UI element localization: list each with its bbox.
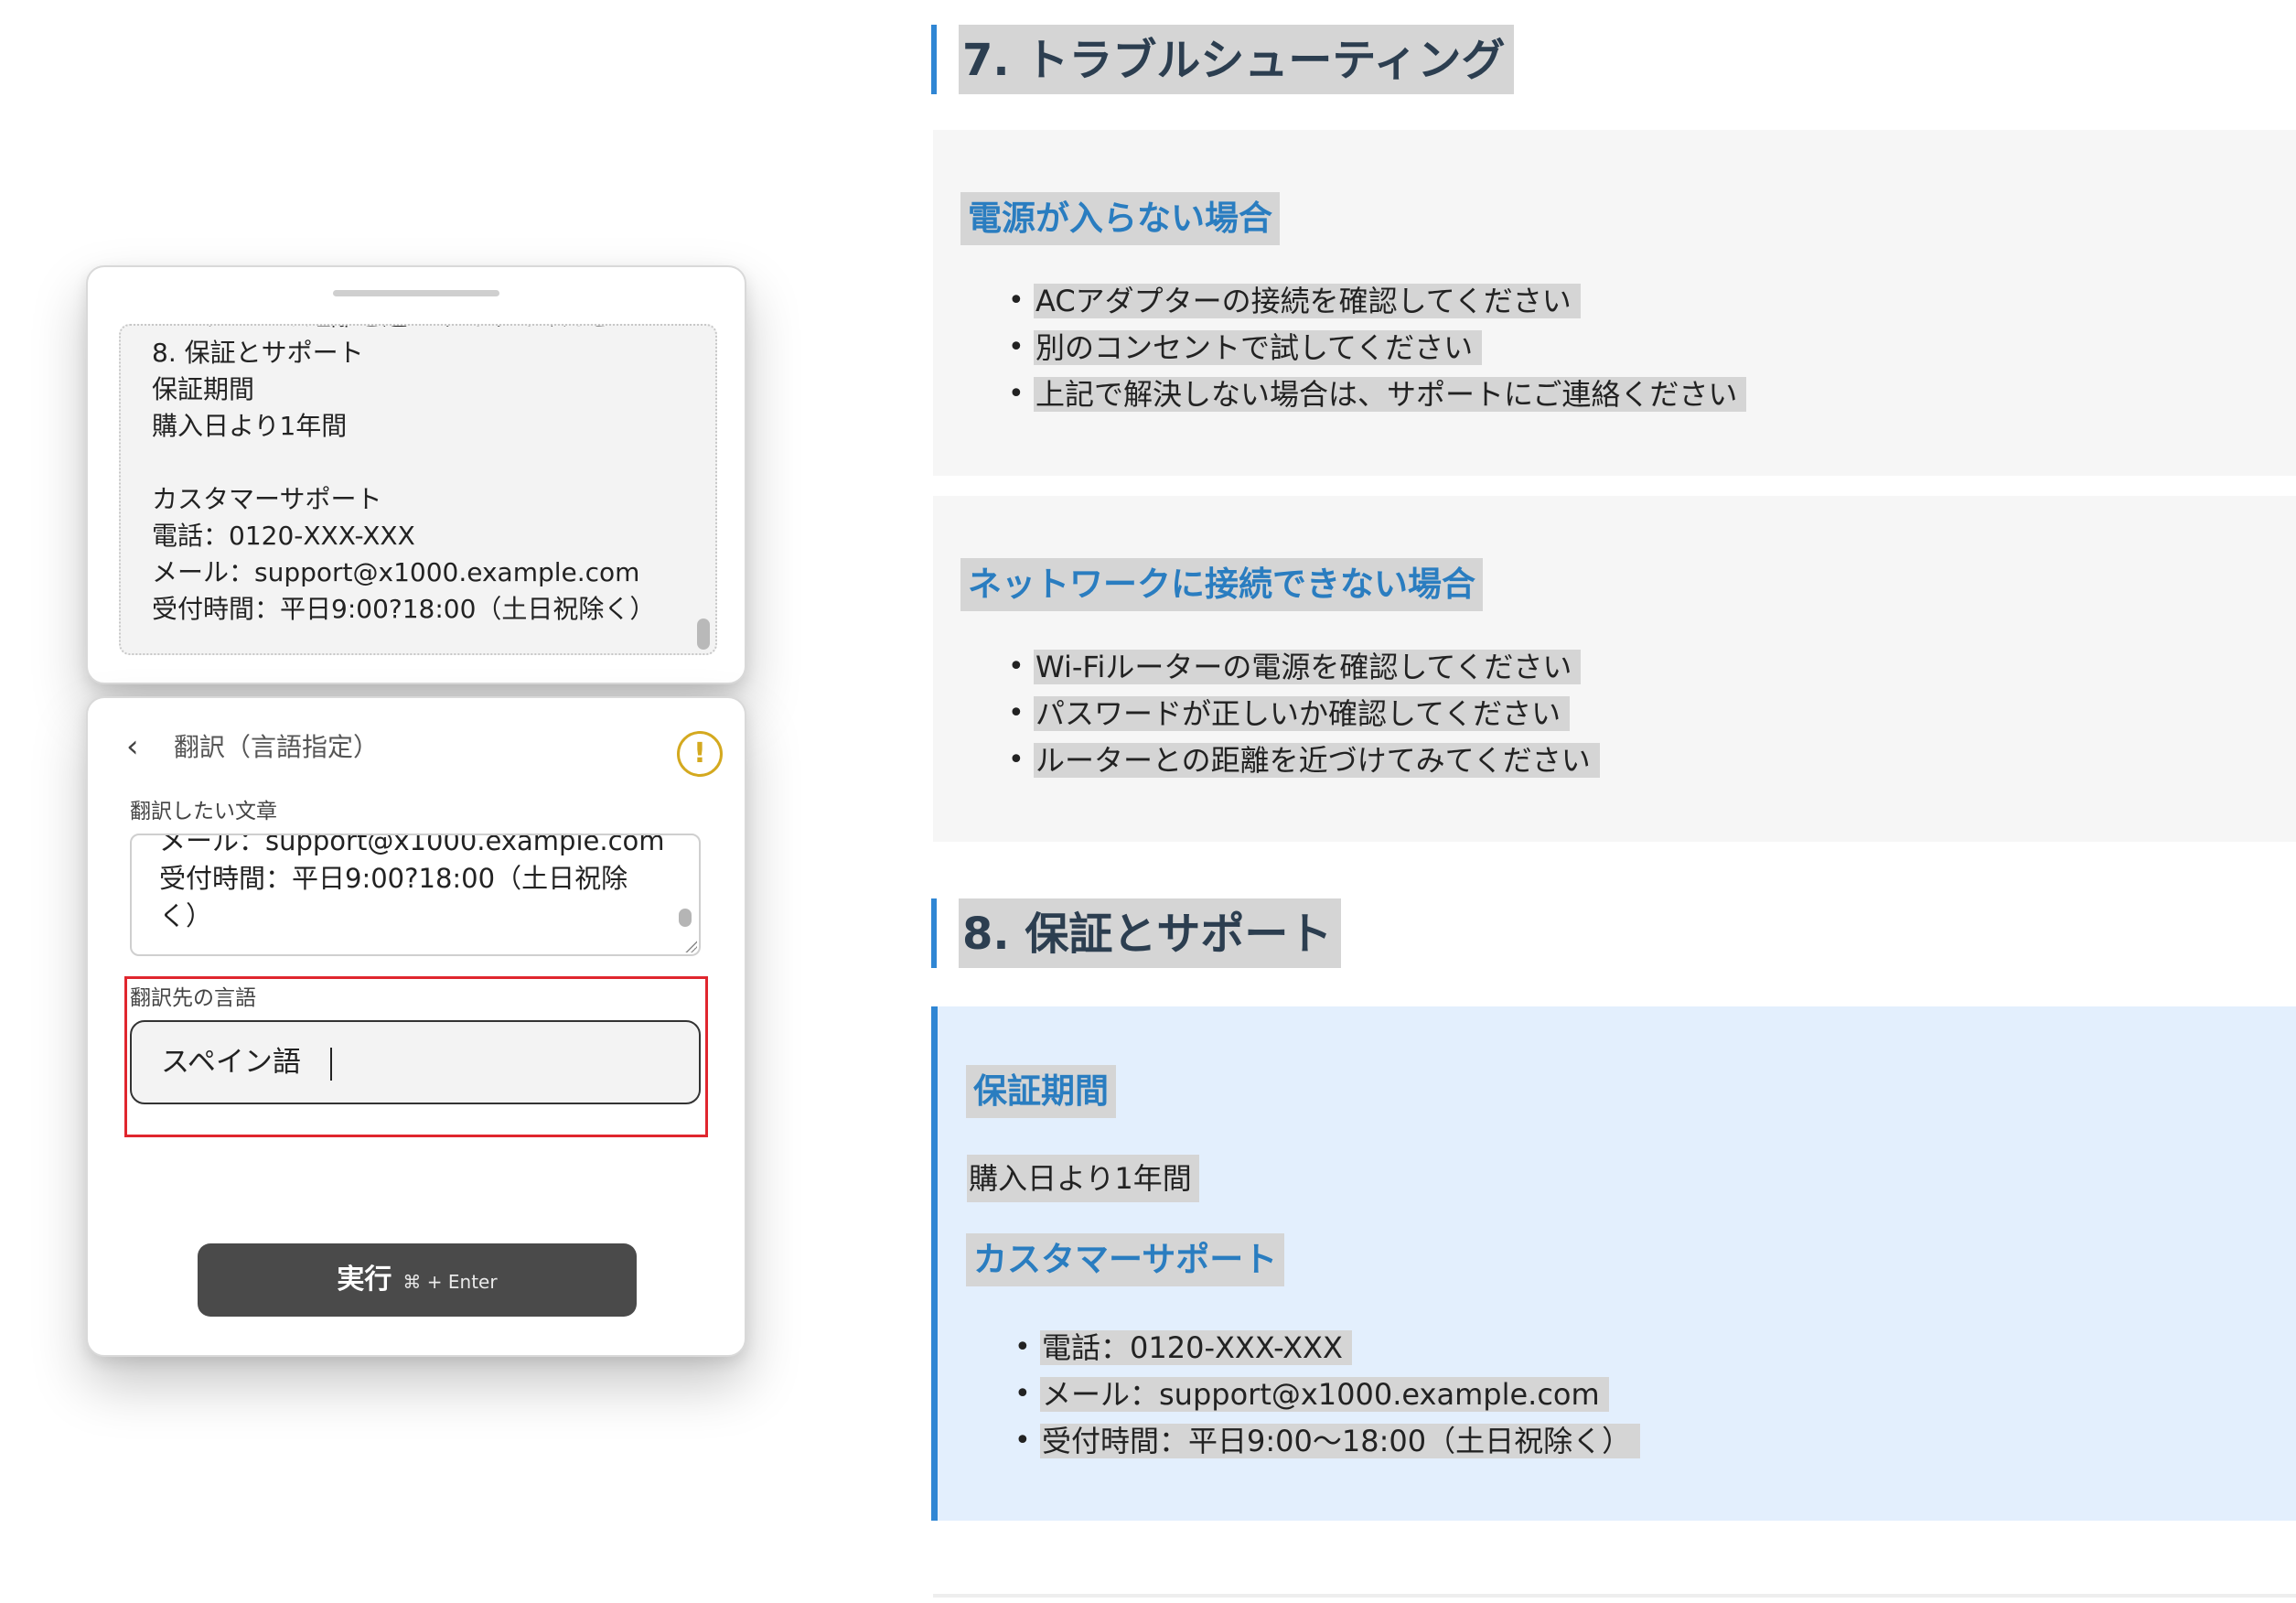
section-8-title: 8. 保証とサポート bbox=[959, 898, 1342, 968]
preview-line bbox=[152, 445, 655, 481]
translate-panel: ‹ 翻訳（言語指定） ! 翻訳したい文章 メール：support@x1000.e… bbox=[86, 696, 746, 1357]
source-preview-text: ルーターとの距離を近づけてみてください 8. 保証とサポート 保証期間 購入日よ… bbox=[152, 326, 656, 628]
list-item: 別のコンセントで試してください bbox=[1008, 325, 1746, 371]
chevron-left-icon[interactable]: ‹ bbox=[126, 731, 154, 762]
source-text-label: 翻訳したい文章 bbox=[130, 800, 277, 823]
warranty-heading: 保証期間 bbox=[966, 1065, 1116, 1118]
network-issue-block: ネットワークに接続できない場合 Wi-Fiルーターの電源を確認してください パス… bbox=[933, 496, 2296, 842]
preview-scrollbar[interactable] bbox=[697, 619, 710, 650]
target-language-input[interactable]: スペイン語 bbox=[130, 1020, 701, 1104]
divider bbox=[933, 1594, 2296, 1598]
list-item: ルーターとの距離を近づけてみてください bbox=[1008, 737, 1600, 784]
run-button-label: 実行 bbox=[337, 1264, 392, 1296]
preview-line: 保証期間 bbox=[152, 374, 255, 404]
source-preview-panel: ルーターとの距離を近づけてみてください 8. 保証とサポート 保証期間 購入日よ… bbox=[86, 265, 746, 684]
list-item: 上記で解決しない場合は、サポートにご連絡ください bbox=[1008, 371, 1747, 418]
section-7-title: 7. トラブルシューティング bbox=[959, 25, 1515, 94]
text-caret bbox=[329, 1047, 332, 1081]
network-issue-heading: ネットワークに接続できない場合 bbox=[960, 558, 1483, 611]
list-item: ACアダプターの接続を確認してください bbox=[1008, 278, 1746, 325]
source-text-content: メール：support@x1000.example.com 受付時間：平日9:0… bbox=[159, 834, 665, 935]
run-button[interactable]: 実行 ⌘ + Enter bbox=[198, 1243, 637, 1317]
support-list: 電話：0120-XXX-XXX メール：support@x1000.exampl… bbox=[1014, 1325, 1641, 1465]
source-preview[interactable]: ルーターとの距離を近づけてみてください 8. 保証とサポート 保証期間 購入日よ… bbox=[119, 324, 717, 655]
power-issue-heading: 電源が入らない場合 bbox=[960, 192, 1280, 245]
panel-title: 翻訳（言語指定） bbox=[174, 732, 380, 762]
textarea-scrollbar[interactable] bbox=[679, 909, 692, 927]
preview-line: 購入日より1年間 bbox=[152, 411, 348, 441]
exclamation-circle-icon[interactable]: ! bbox=[677, 731, 723, 777]
preview-line: 受付時間：平日9:00?18:00（土日祝除く） bbox=[152, 594, 656, 624]
source-text-input[interactable]: メール：support@x1000.example.com 受付時間：平日9:0… bbox=[130, 834, 701, 956]
document: 7. トラブルシューティング 電源が入らない場合 ACアダプターの接続を確認して… bbox=[931, 0, 2296, 1603]
network-issue-list: Wi-Fiルーターの電源を確認してください パスワードが正しいか確認してください… bbox=[1008, 644, 1600, 784]
source-line: メール：support@x1000.example.com bbox=[159, 834, 665, 856]
preview-line: 8. 保証とサポート bbox=[152, 338, 364, 368]
warranty-support-block: 保証期間 購入日より1年間 カスタマーサポート 電話：0120-XXX-XXX … bbox=[931, 1006, 2296, 1521]
drag-handle[interactable] bbox=[333, 290, 499, 296]
list-item: Wi-Fiルーターの電源を確認してください bbox=[1008, 644, 1600, 691]
target-language-label: 翻訳先の言語 bbox=[130, 986, 256, 1010]
source-line: 受付時間：平日9:00?18:00（土日祝除 bbox=[159, 863, 628, 894]
list-item: メール：support@x1000.example.com bbox=[1014, 1372, 1640, 1418]
target-language-value: スペイン語 bbox=[161, 1046, 301, 1079]
resize-handle-icon[interactable] bbox=[684, 940, 697, 952]
run-shortcut-hint: ⌘ + Enter bbox=[402, 1271, 498, 1293]
list-item: 電話：0120-XXX-XXX bbox=[1014, 1325, 1640, 1372]
preview-line: ルーターとの距離を近づけてみてください bbox=[152, 326, 655, 335]
power-issue-block: 電源が入らない場合 ACアダプターの接続を確認してください 別のコンセントで試し… bbox=[933, 130, 2296, 476]
list-item: 受付時間：平日9:00〜18:00（土日祝除く） bbox=[1014, 1418, 1641, 1465]
support-heading: カスタマーサポート bbox=[966, 1233, 1285, 1286]
power-issue-list: ACアダプターの接続を確認してください 別のコンセントで試してください 上記で解… bbox=[1008, 278, 1747, 418]
section-8-heading: 8. 保証とサポート bbox=[931, 898, 1342, 968]
preview-line: カスタマーサポート bbox=[152, 484, 382, 514]
source-line: く） bbox=[159, 900, 213, 931]
preview-line: メール：support@x1000.example.com bbox=[152, 557, 640, 587]
list-item: パスワードが正しいか確認してください bbox=[1008, 691, 1600, 737]
section-7-heading: 7. トラブルシューティング bbox=[931, 25, 1515, 94]
preview-line: 電話：0120-XXX-XXX bbox=[152, 521, 415, 551]
warranty-text: 購入日より1年間 bbox=[967, 1155, 1199, 1202]
